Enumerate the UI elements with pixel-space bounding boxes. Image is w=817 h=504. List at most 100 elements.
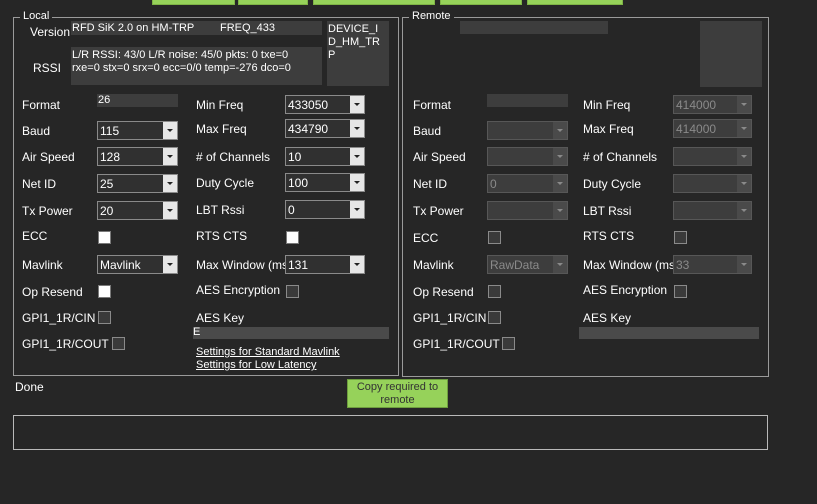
gpi-cout-label: GPI1_1R/COUT [22,337,109,351]
remote-duty-select[interactable] [673,174,752,193]
chevron-down-icon [553,148,567,165]
format-label: Format [22,98,61,112]
remote-channels-label: # of Channels [583,150,658,164]
remote-mavlink-value: RawData [490,258,540,272]
txpower-select[interactable]: 20 [97,201,178,220]
chevron-down-icon [350,148,364,165]
remote-gpi-cin-checkbox[interactable] [488,311,501,324]
remote-netid-label: Net ID [413,177,448,191]
mavlink-value: Mavlink [100,258,141,272]
copy-required-to-remote-button[interactable]: Copy required to remote [347,379,448,408]
channels-label: # of Channels [196,150,271,164]
duty-select[interactable]: 100 [285,173,365,192]
netid-select[interactable]: 25 [97,174,178,193]
remote-channels-select[interactable] [673,147,752,166]
minfreq-value: 433050 [288,98,329,112]
version-label: Version [30,25,71,39]
netid-value: 25 [100,177,114,191]
format-field: 26 [97,94,178,107]
gpi-cout-checkbox[interactable] [112,337,125,350]
remote-aes-label: AES Encryption [583,283,668,297]
maxwindow-value: 131 [288,258,309,272]
rtscts-label: RTS CTS [196,229,248,243]
remote-ecc-label: ECC [413,231,439,245]
remote-maxfreq-select[interactable]: 414000 [673,119,752,138]
rssi-line-2: rxe=0 stx=0 srx=0 ecc=0/0 temp=-276 dco=… [72,62,291,74]
remote-maxfreq-label: Max Freq [583,122,634,136]
channels-select[interactable]: 10 [285,147,365,166]
remote-lbt-label: LBT Rssi [583,204,632,218]
freq-value: FREQ_433 [220,22,276,34]
version-field: RFD SiK 2.0 on HM-TRP FREQ_433 [71,21,322,35]
duty-label: Duty Cycle [196,176,255,190]
remote-mavlink-select[interactable]: RawData [487,255,568,274]
chevron-down-icon [737,148,751,165]
remote-airspeed-label: Air Speed [413,150,466,164]
top-button-4[interactable] [440,0,522,5]
opresend-label: Op Resend [22,285,83,299]
device-id-field: DEVICE_ID_HM_TRP [327,21,389,86]
top-button-3[interactable] [313,0,435,5]
remote-opresend-checkbox[interactable] [488,285,501,298]
maxwindow-select[interactable]: 131 [285,255,365,274]
top-button-5[interactable] [527,0,623,5]
local-legend: Local [20,10,53,22]
top-button-1[interactable] [152,0,235,5]
chevron-down-icon [737,202,751,219]
opresend-checkbox[interactable] [98,285,111,298]
remote-minfreq-label: Min Freq [583,98,631,112]
device-id-value: DEVICE_ID_HM_TRP [328,23,380,61]
remote-minfreq-select[interactable]: 414000 [673,95,752,114]
remote-format-field [487,94,568,107]
txpower-label: Tx Power [22,204,73,218]
remote-airspeed-select[interactable] [487,147,568,166]
remote-version-field [460,21,608,34]
ecc-label: ECC [22,229,48,243]
maxfreq-value: 434790 [288,122,329,136]
remote-rtscts-checkbox[interactable] [674,231,687,244]
chevron-down-icon [163,202,177,219]
duty-value: 100 [288,176,309,190]
remote-txpower-select[interactable] [487,201,568,220]
remote-mavlink-label: Mavlink [413,258,454,272]
airspeed-label: Air Speed [22,150,75,164]
chevron-down-icon [163,148,177,165]
maxfreq-select[interactable]: 434790 [285,119,365,138]
top-button-2[interactable] [238,0,308,5]
chevron-down-icon [553,122,567,139]
minfreq-select[interactable]: 433050 [285,95,365,114]
standard-mavlink-link[interactable]: Settings for Standard Mavlink [196,346,340,358]
remote-gpi-cout-checkbox[interactable] [502,337,515,350]
remote-rtscts-label: RTS CTS [583,229,635,243]
aeskey-label: AES Key [196,311,245,325]
gpi-cin-checkbox[interactable] [98,311,111,324]
rtscts-checkbox[interactable] [286,231,299,244]
remote-ecc-checkbox[interactable] [488,231,501,244]
maxwindow-label: Max Window (ms) [196,258,293,272]
chevron-down-icon [553,256,567,273]
remote-netid-select[interactable]: 0 [487,174,568,193]
low-latency-link[interactable]: Settings for Low Latency [196,359,316,371]
airspeed-select[interactable]: 128 [97,147,178,166]
aes-checkbox[interactable] [286,285,299,298]
remote-lbt-select[interactable] [673,201,752,220]
ecc-checkbox[interactable] [98,231,111,244]
remote-maxfreq-value: 414000 [676,122,717,136]
remote-baud-select[interactable] [487,121,568,140]
remote-maxwindow-select[interactable]: 33 [673,255,752,274]
baud-value: 115 [100,124,120,138]
remote-aes-checkbox[interactable] [674,285,687,298]
baud-select[interactable]: 115 [97,121,178,140]
remote-baud-label: Baud [413,124,442,138]
remote-maxwindow-value: 33 [676,258,690,272]
aeskey-value: E [193,326,201,338]
remote-netid-value: 0 [490,177,497,191]
mavlink-select[interactable]: Mavlink [97,255,178,274]
chevron-down-icon [350,256,364,273]
lbt-select[interactable]: 0 [285,200,365,219]
chevron-down-icon [737,256,751,273]
remote-aeskey-input[interactable] [579,327,759,339]
chevron-down-icon [163,256,177,273]
remote-legend: Remote [409,10,454,22]
aeskey-input[interactable]: E [193,326,389,339]
